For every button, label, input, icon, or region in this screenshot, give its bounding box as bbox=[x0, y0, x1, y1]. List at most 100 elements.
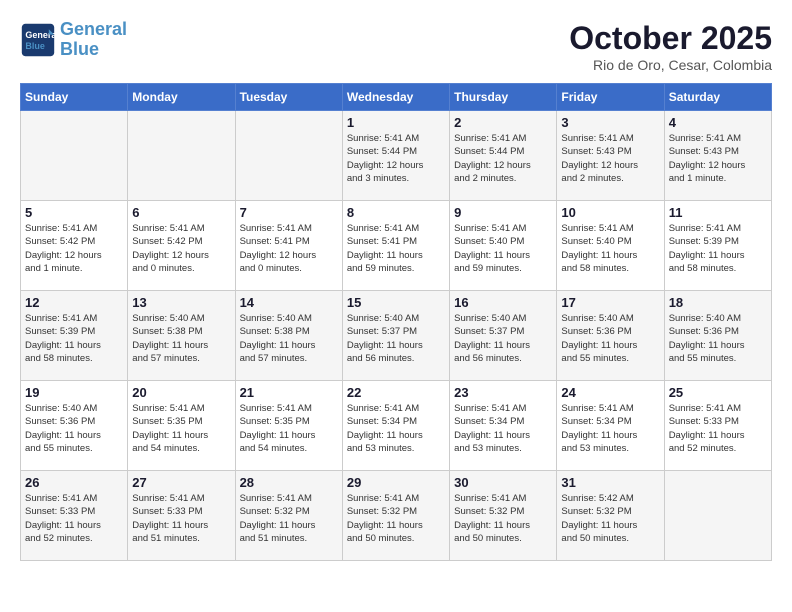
day-info: Sunrise: 5:41 AM Sunset: 5:42 PM Dayligh… bbox=[25, 222, 123, 275]
title-block: October 2025 Rio de Oro, Cesar, Colombia bbox=[569, 20, 772, 73]
day-cell: 20Sunrise: 5:41 AM Sunset: 5:35 PM Dayli… bbox=[128, 381, 235, 471]
day-number: 19 bbox=[25, 385, 123, 400]
day-number: 28 bbox=[240, 475, 338, 490]
day-info: Sunrise: 5:40 AM Sunset: 5:38 PM Dayligh… bbox=[240, 312, 338, 365]
day-cell: 25Sunrise: 5:41 AM Sunset: 5:33 PM Dayli… bbox=[664, 381, 771, 471]
week-row-5: 26 Sunrise: 5:41 AM Sunset: 5:33 PM Dayli… bbox=[21, 471, 772, 561]
day-cell: 4 Sunrise: 5:41 AM Sunset: 5:43 PM Daylig… bbox=[664, 111, 771, 201]
day-cell bbox=[664, 471, 771, 561]
week-row-2: 5 Sunrise: 5:41 AM Sunset: 5:42 PM Daylig… bbox=[21, 201, 772, 291]
day-info: Sunrise: 5:42 AM Sunset: 5:32 PM Dayligh… bbox=[561, 492, 659, 545]
day-number: 3 bbox=[561, 115, 659, 130]
day-info: Sunrise: 5:41 AM Sunset: 5:41 PM Dayligh… bbox=[347, 222, 445, 275]
day-cell: 21Sunrise: 5:41 AM Sunset: 5:35 PM Dayli… bbox=[235, 381, 342, 471]
day-info: Sunrise: 5:41 AM Sunset: 5:40 PM Dayligh… bbox=[454, 222, 552, 275]
day-number: 6 bbox=[132, 205, 230, 220]
day-cell: 13 Sunrise: 5:40 AM Sunset: 5:38 PM Dayli… bbox=[128, 291, 235, 381]
day-info: Sunrise: 5:41 AM Sunset: 5:43 PM Dayligh… bbox=[669, 132, 767, 185]
day-number: 13 bbox=[132, 295, 230, 310]
day-cell: 2Sunrise: 5:41 AM Sunset: 5:44 PM Daylig… bbox=[450, 111, 557, 201]
week-row-4: 19Sunrise: 5:40 AM Sunset: 5:36 PM Dayli… bbox=[21, 381, 772, 471]
day-cell: 9 Sunrise: 5:41 AM Sunset: 5:40 PM Daylig… bbox=[450, 201, 557, 291]
day-number: 10 bbox=[561, 205, 659, 220]
weekday-header-sunday: Sunday bbox=[21, 84, 128, 111]
weekday-header-friday: Friday bbox=[557, 84, 664, 111]
day-info: Sunrise: 5:41 AM Sunset: 5:34 PM Dayligh… bbox=[347, 402, 445, 455]
day-info: Sunrise: 5:41 AM Sunset: 5:33 PM Dayligh… bbox=[25, 492, 123, 545]
day-info: Sunrise: 5:41 AM Sunset: 5:39 PM Dayligh… bbox=[25, 312, 123, 365]
day-number: 17 bbox=[561, 295, 659, 310]
day-cell: 22 Sunrise: 5:41 AM Sunset: 5:34 PM Dayli… bbox=[342, 381, 449, 471]
weekday-header-tuesday: Tuesday bbox=[235, 84, 342, 111]
day-number: 11 bbox=[669, 205, 767, 220]
day-number: 15 bbox=[347, 295, 445, 310]
month-title: October 2025 bbox=[569, 20, 772, 57]
day-number: 12 bbox=[25, 295, 123, 310]
day-cell: 14 Sunrise: 5:40 AM Sunset: 5:38 PM Dayli… bbox=[235, 291, 342, 381]
day-info: Sunrise: 5:41 AM Sunset: 5:41 PM Dayligh… bbox=[240, 222, 338, 275]
week-row-3: 12 Sunrise: 5:41 AM Sunset: 5:39 PM Dayli… bbox=[21, 291, 772, 381]
day-number: 26 bbox=[25, 475, 123, 490]
logo-icon: General Blue bbox=[20, 22, 56, 58]
logo-text: GeneralBlue bbox=[60, 20, 127, 60]
day-info: Sunrise: 5:41 AM Sunset: 5:34 PM Dayligh… bbox=[454, 402, 552, 455]
day-info: Sunrise: 5:41 AM Sunset: 5:42 PM Dayligh… bbox=[132, 222, 230, 275]
day-info: Sunrise: 5:41 AM Sunset: 5:44 PM Dayligh… bbox=[454, 132, 552, 185]
day-cell: 3 Sunrise: 5:41 AM Sunset: 5:43 PM Daylig… bbox=[557, 111, 664, 201]
day-cell: 24 Sunrise: 5:41 AM Sunset: 5:34 PM Dayli… bbox=[557, 381, 664, 471]
day-info: Sunrise: 5:41 AM Sunset: 5:43 PM Dayligh… bbox=[561, 132, 659, 185]
day-cell: 12 Sunrise: 5:41 AM Sunset: 5:39 PM Dayli… bbox=[21, 291, 128, 381]
day-number: 18 bbox=[669, 295, 767, 310]
day-number: 30 bbox=[454, 475, 552, 490]
day-info: Sunrise: 5:41 AM Sunset: 5:32 PM Dayligh… bbox=[347, 492, 445, 545]
day-cell: 17 Sunrise: 5:40 AM Sunset: 5:36 PM Dayli… bbox=[557, 291, 664, 381]
day-info: Sunrise: 5:40 AM Sunset: 5:36 PM Dayligh… bbox=[561, 312, 659, 365]
day-cell: 18 Sunrise: 5:40 AM Sunset: 5:36 PM Dayli… bbox=[664, 291, 771, 381]
weekday-row: SundayMondayTuesdayWednesdayThursdayFrid… bbox=[21, 84, 772, 111]
day-number: 24 bbox=[561, 385, 659, 400]
day-number: 1 bbox=[347, 115, 445, 130]
weekday-header-saturday: Saturday bbox=[664, 84, 771, 111]
day-info: Sunrise: 5:40 AM Sunset: 5:37 PM Dayligh… bbox=[347, 312, 445, 365]
day-number: 23 bbox=[454, 385, 552, 400]
svg-text:Blue: Blue bbox=[25, 41, 45, 51]
day-cell bbox=[128, 111, 235, 201]
day-cell: 28 Sunrise: 5:41 AM Sunset: 5:32 PM Dayli… bbox=[235, 471, 342, 561]
day-number: 16 bbox=[454, 295, 552, 310]
day-number: 31 bbox=[561, 475, 659, 490]
calendar-header: SundayMondayTuesdayWednesdayThursdayFrid… bbox=[21, 84, 772, 111]
day-number: 22 bbox=[347, 385, 445, 400]
week-row-1: 1 Sunrise: 5:41 AM Sunset: 5:44 PM Daylig… bbox=[21, 111, 772, 201]
day-number: 5 bbox=[25, 205, 123, 220]
weekday-header-wednesday: Wednesday bbox=[342, 84, 449, 111]
logo: General Blue GeneralBlue bbox=[20, 20, 127, 60]
day-cell: 8Sunrise: 5:41 AM Sunset: 5:41 PM Daylig… bbox=[342, 201, 449, 291]
day-info: Sunrise: 5:41 AM Sunset: 5:35 PM Dayligh… bbox=[240, 402, 338, 455]
day-number: 20 bbox=[132, 385, 230, 400]
day-number: 14 bbox=[240, 295, 338, 310]
day-info: Sunrise: 5:41 AM Sunset: 5:33 PM Dayligh… bbox=[132, 492, 230, 545]
day-info: Sunrise: 5:41 AM Sunset: 5:33 PM Dayligh… bbox=[669, 402, 767, 455]
day-cell: 7 Sunrise: 5:41 AM Sunset: 5:41 PM Daylig… bbox=[235, 201, 342, 291]
day-cell: 19Sunrise: 5:40 AM Sunset: 5:36 PM Dayli… bbox=[21, 381, 128, 471]
day-info: Sunrise: 5:41 AM Sunset: 5:32 PM Dayligh… bbox=[240, 492, 338, 545]
day-number: 27 bbox=[132, 475, 230, 490]
day-cell: 30 Sunrise: 5:41 AM Sunset: 5:32 PM Dayli… bbox=[450, 471, 557, 561]
day-info: Sunrise: 5:41 AM Sunset: 5:32 PM Dayligh… bbox=[454, 492, 552, 545]
page-header: General Blue GeneralBlue October 2025 Ri… bbox=[20, 20, 772, 73]
day-info: Sunrise: 5:40 AM Sunset: 5:36 PM Dayligh… bbox=[669, 312, 767, 365]
day-cell: 29Sunrise: 5:41 AM Sunset: 5:32 PM Dayli… bbox=[342, 471, 449, 561]
day-cell: 6 Sunrise: 5:41 AM Sunset: 5:42 PM Daylig… bbox=[128, 201, 235, 291]
day-number: 9 bbox=[454, 205, 552, 220]
day-info: Sunrise: 5:41 AM Sunset: 5:40 PM Dayligh… bbox=[561, 222, 659, 275]
day-info: Sunrise: 5:41 AM Sunset: 5:34 PM Dayligh… bbox=[561, 402, 659, 455]
day-cell bbox=[21, 111, 128, 201]
weekday-header-monday: Monday bbox=[128, 84, 235, 111]
calendar-table: SundayMondayTuesdayWednesdayThursdayFrid… bbox=[20, 83, 772, 561]
day-cell: 15 Sunrise: 5:40 AM Sunset: 5:37 PM Dayli… bbox=[342, 291, 449, 381]
day-number: 4 bbox=[669, 115, 767, 130]
day-cell: 23 Sunrise: 5:41 AM Sunset: 5:34 PM Dayli… bbox=[450, 381, 557, 471]
day-number: 7 bbox=[240, 205, 338, 220]
calendar-body: 1 Sunrise: 5:41 AM Sunset: 5:44 PM Daylig… bbox=[21, 111, 772, 561]
day-info: Sunrise: 5:40 AM Sunset: 5:38 PM Dayligh… bbox=[132, 312, 230, 365]
